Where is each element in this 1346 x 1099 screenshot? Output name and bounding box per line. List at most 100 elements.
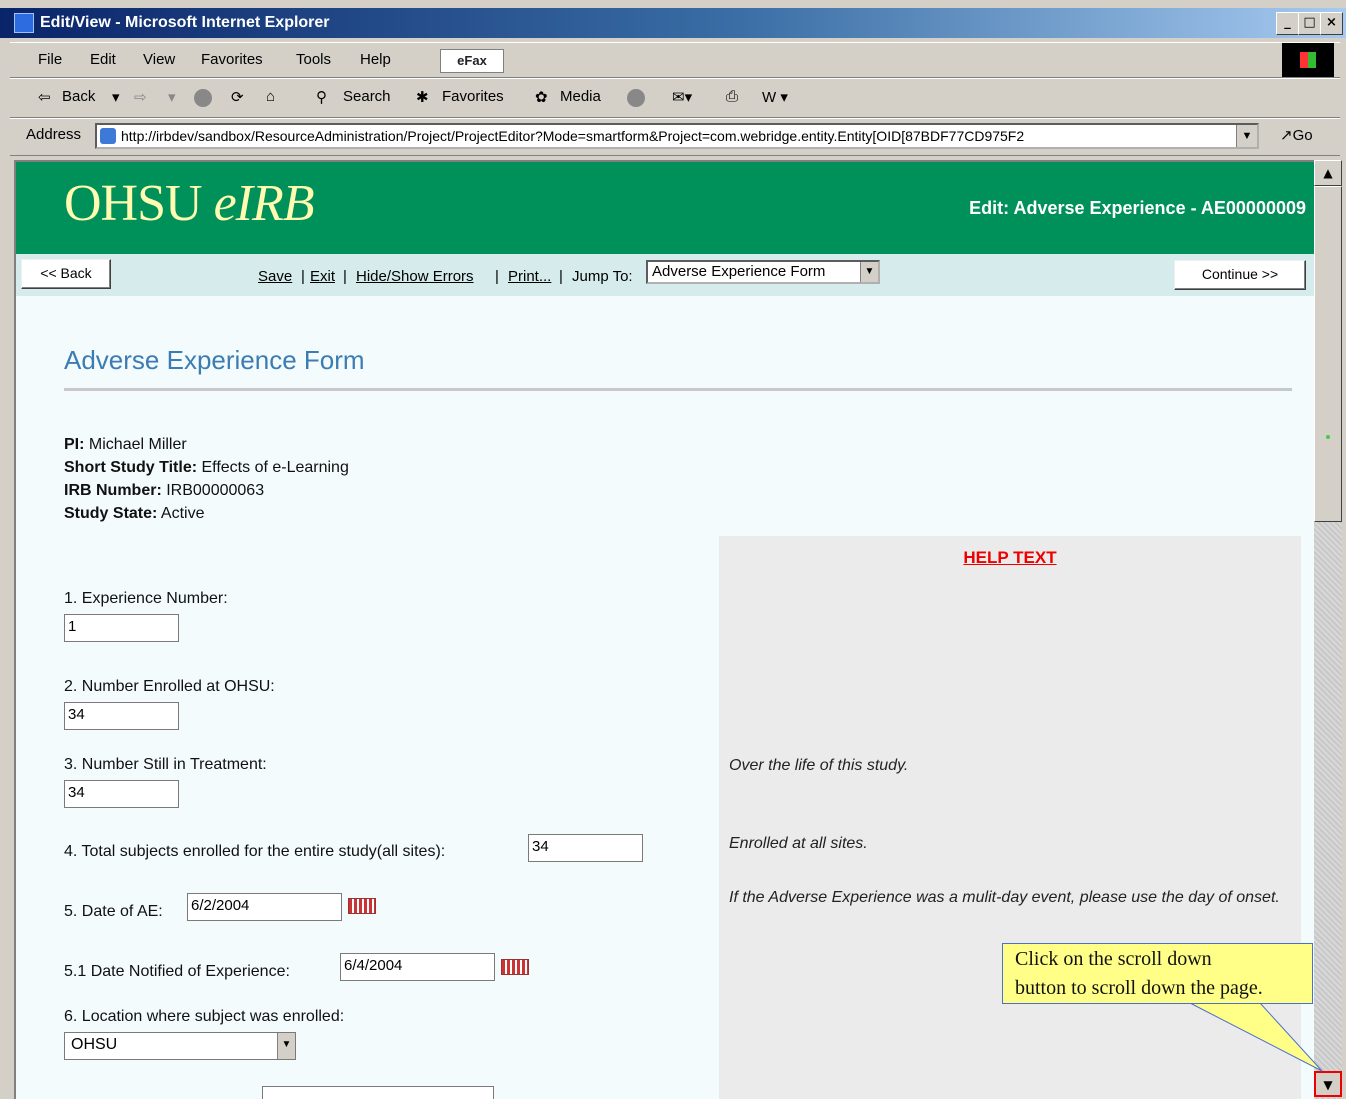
print-link[interactable]: Print... <box>508 268 551 285</box>
study-title-label: Short Study Title: <box>64 459 198 476</box>
total-enrolled-input[interactable]: 34 <box>528 834 643 862</box>
q5-label: 5. Date of AE: <box>64 903 163 920</box>
scroll-hint-callout: Click on the scroll down button to scrol… <box>1002 943 1313 1004</box>
favorites-star-icon: ✱ <box>416 89 429 106</box>
go-label: Go <box>1292 127 1313 144</box>
scroll-thumb[interactable] <box>1314 186 1342 522</box>
jump-to-value: Adverse Experience Form <box>652 263 826 280</box>
continue-button[interactable]: Continue >> <box>1174 260 1306 290</box>
study-title-value: Effects of e-Learning <box>201 459 349 476</box>
q1-label: 1. Experience Number: <box>64 590 228 607</box>
still-in-treatment-input[interactable]: 34 <box>64 780 179 808</box>
save-link[interactable]: Save <box>258 268 292 285</box>
chevron-down-icon[interactable]: ▼ <box>860 262 878 282</box>
address-dropdown-icon[interactable]: ▼ <box>1236 125 1257 147</box>
study-title-row: Short Study Title: Effects of e-Learning <box>64 459 349 477</box>
page-title: Adverse Experience Form <box>64 345 365 375</box>
page-icon <box>100 128 116 144</box>
help-panel: HELP TEXT Over the life of this study. E… <box>719 536 1301 1099</box>
edit-word-icon[interactable]: W ▾ <box>762 88 788 106</box>
pi-row: PI: Michael Miller <box>64 436 187 454</box>
window-titlebar: Edit/View - Microsoft Internet Explorer … <box>0 8 1346 38</box>
address-label: Address <box>26 126 82 143</box>
media-button[interactable]: Media <box>560 88 601 105</box>
help-text-title[interactable]: HELP TEXT <box>719 548 1301 568</box>
forward-arrow-icon[interactable]: ⇨ <box>134 88 147 106</box>
media-icon: ✿ <box>535 89 548 106</box>
study-state-value: Active <box>160 505 205 522</box>
back-button[interactable]: Back <box>62 88 95 105</box>
q6-label: 6. Location where subject was enrolled: <box>64 1008 345 1025</box>
irb-number-label: IRB Number: <box>64 482 162 499</box>
maximize-button[interactable]: □ <box>1298 12 1321 35</box>
efax-button[interactable]: eFax <box>440 49 504 73</box>
stop-icon[interactable] <box>194 89 212 107</box>
logo-main: OHSU <box>64 175 203 232</box>
separator: | <box>343 268 347 285</box>
forward-dropdown-icon[interactable]: ▾ <box>168 88 176 106</box>
chevron-down-icon[interactable]: ▼ <box>277 1033 295 1059</box>
pi-value: Michael Miller <box>88 436 187 453</box>
ie-icon <box>14 13 34 33</box>
irb-number-row: IRB Number: IRB00000063 <box>64 482 264 500</box>
q51-label: 5.1 Date Notified of Experience: <box>64 963 290 980</box>
enrolled-ohsu-input[interactable]: 34 <box>64 702 179 730</box>
pi-label: PI: <box>64 436 85 453</box>
home-icon[interactable]: ⌂ <box>266 88 275 105</box>
study-state-label: Study State: <box>64 505 158 522</box>
calendar-icon[interactable] <box>501 959 529 975</box>
jump-to-label: Jump To: <box>572 268 633 285</box>
menu-view[interactable]: View <box>143 51 175 68</box>
callout-line-1: Click on the scroll down <box>1015 948 1212 970</box>
form-navbar: << Back Save | Exit | Hide/Show Errors |… <box>16 254 1314 296</box>
scroll-up-button[interactable]: ▲ <box>1314 160 1342 186</box>
menu-file[interactable]: File <box>38 51 62 68</box>
scroll-down-button[interactable]: ▼ <box>1314 1071 1342 1097</box>
hide-show-errors-link[interactable]: Hide/Show Errors <box>356 268 474 285</box>
vertical-scrollbar[interactable]: ▲ ▼ <box>1314 160 1342 1099</box>
exit-link[interactable]: Exit <box>310 268 335 285</box>
irb-number-value: IRB00000063 <box>166 482 265 499</box>
address-input[interactable]: http://irbdev/sandbox/ResourceAdministra… <box>95 123 1259 149</box>
header-banner: OHSU eIRB Edit: Adverse Experience - AE0… <box>16 162 1314 254</box>
menu-edit[interactable]: Edit <box>90 51 116 68</box>
experience-number-input[interactable]: 1 <box>64 614 179 642</box>
q4-label: 4. Total subjects enrolled for the entir… <box>64 843 446 860</box>
back-dropdown-icon[interactable]: ▾ <box>112 88 120 106</box>
back-page-button[interactable]: << Back <box>21 259 111 289</box>
jump-to-select[interactable]: Adverse Experience Form ▼ <box>646 260 880 284</box>
logo-italic: eIRB <box>213 175 315 232</box>
location-select[interactable]: OHSU ▼ <box>64 1032 296 1060</box>
go-button[interactable]: ↗Go <box>1280 126 1313 144</box>
close-button[interactable]: × <box>1320 12 1343 35</box>
address-bar: Address http://irbdev/sandbox/ResourceAd… <box>10 118 1340 156</box>
menu-help[interactable]: Help <box>360 51 391 68</box>
refresh-icon[interactable]: ⟳ <box>231 88 244 106</box>
search-button[interactable]: Search <box>343 88 391 105</box>
help-q5: If the Adverse Experience was a mulit-da… <box>729 889 1280 906</box>
print-icon[interactable]: ⎙ <box>726 88 738 105</box>
partial-input[interactable] <box>262 1086 494 1099</box>
calendar-icon[interactable] <box>348 898 376 914</box>
q2-label: 2. Number Enrolled at OHSU: <box>64 678 275 695</box>
date-notified-input[interactable]: 6/4/2004 <box>340 953 495 981</box>
help-q4: Enrolled at all sites. <box>729 835 868 852</box>
address-url[interactable]: http://irbdev/sandbox/ResourceAdministra… <box>121 128 1231 144</box>
mail-icon[interactable]: ✉▾ <box>672 88 692 106</box>
go-arrow-icon: ↗ <box>1280 127 1293 144</box>
location-value: OHSU <box>71 1036 118 1053</box>
history-icon[interactable] <box>627 89 645 107</box>
menu-tools[interactable]: Tools <box>296 51 331 68</box>
favorites-button[interactable]: Favorites <box>442 88 504 105</box>
edit-title: Edit: Adverse Experience - AE00000009 <box>969 198 1306 218</box>
menu-favorites[interactable]: Favorites <box>201 51 263 68</box>
help-q3: Over the life of this study. <box>729 757 909 774</box>
date-of-ae-input[interactable]: 6/2/2004 <box>187 893 342 921</box>
minimize-button[interactable]: _ <box>1276 12 1299 35</box>
browser-toolbar: ⇦ Back ▾ ⇨ ▾ ⟳ ⌂ ⚲ Search ✱ Favorites ✿ … <box>10 78 1340 118</box>
q3-label: 3. Number Still in Treatment: <box>64 756 267 773</box>
back-arrow-icon: ⇦ <box>38 89 51 106</box>
separator: | <box>559 268 563 285</box>
menu-bar: File Edit View Favorites Tools Help eFax <box>10 42 1340 78</box>
separator: | <box>495 268 499 285</box>
